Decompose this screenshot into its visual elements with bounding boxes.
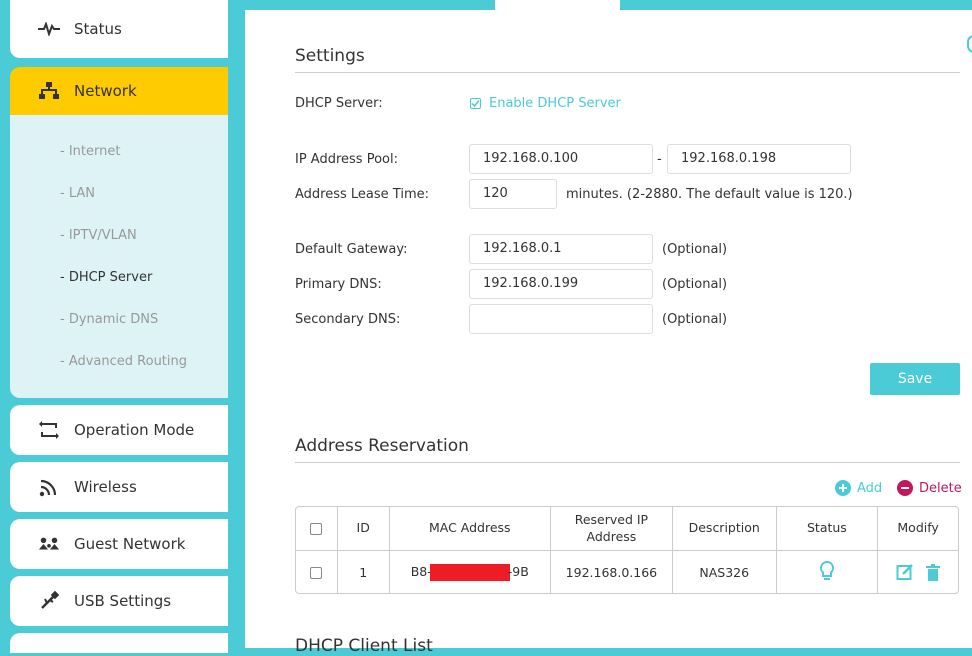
row-mac-suffix: -9B [507, 563, 529, 579]
pulse-icon [38, 18, 60, 40]
reservation-table: ID MAC Address Reserved IP Address Descr… [295, 506, 959, 594]
submenu-advanced-routing[interactable]: - Advanced Routing [60, 354, 187, 369]
row-checkbox[interactable] [310, 567, 323, 579]
nav-usb-settings-label: USB Settings [74, 592, 172, 610]
row-select-cell[interactable] [296, 551, 338, 593]
row-id: 1 [338, 551, 390, 593]
row-status[interactable] [777, 551, 879, 593]
minus-circle-icon [897, 480, 913, 496]
col-reserved-ip: Reserved IP Address [551, 507, 673, 551]
ip-pool-separator: - [657, 152, 662, 167]
nav-network[interactable]: Network [10, 67, 228, 115]
gateway-input[interactable]: 192.168.0.1 [469, 234, 653, 264]
delete-button[interactable]: Delete [897, 480, 962, 496]
nav-operation-mode[interactable]: Operation Mode [10, 405, 228, 455]
mac-redaction [429, 563, 510, 581]
submenu-dynamic-dns[interactable]: - Dynamic DNS [60, 312, 158, 327]
lightbulb-icon[interactable] [819, 560, 835, 582]
primary-dns-label: Primary DNS: [295, 277, 382, 292]
nav-status[interactable]: Status [10, 0, 228, 58]
submenu-internet[interactable]: - Internet [60, 144, 120, 159]
wifi-icon [38, 476, 60, 498]
secondary-dns-optional: (Optional) [662, 312, 728, 327]
secondary-dns-input[interactable] [469, 304, 653, 334]
edit-icon[interactable] [896, 563, 914, 581]
ip-pool-end-input[interactable]: 192.168.0.198 [667, 144, 851, 174]
submenu-lan[interactable]: - LAN [60, 186, 95, 201]
secondary-dns-label: Secondary DNS: [295, 312, 401, 327]
enable-dhcp-checkbox[interactable] [470, 98, 481, 109]
lease-time-label: Address Lease Time: [295, 187, 429, 202]
submenu-iptv-vlan[interactable]: - IPTV/VLAN [60, 228, 137, 243]
main-panel: Settings DHCP Server: Enable DHCP Server… [245, 10, 972, 656]
col-modify: Modify [878, 507, 958, 551]
col-mac: MAC Address [389, 507, 551, 551]
row-description: NAS326 [673, 551, 777, 593]
network-submenu: - Internet - LAN - IPTV/VLAN - DHCP Serv… [10, 115, 228, 398]
swap-icon [38, 419, 60, 441]
nav-operation-mode-label: Operation Mode [74, 421, 195, 439]
add-button[interactable]: Add [835, 480, 882, 496]
client-list-title: DHCP Client List [295, 636, 433, 656]
reservation-title: Address Reservation [295, 436, 469, 456]
table-header-row: ID MAC Address Reserved IP Address Descr… [296, 507, 958, 551]
nav-guest-network[interactable]: Guest Network [10, 519, 228, 569]
nav-wireless-label: Wireless [74, 478, 137, 496]
settings-divider [295, 72, 960, 73]
nav-usb-settings[interactable]: USB Settings [10, 576, 228, 626]
ip-pool-label: IP Address Pool: [295, 152, 398, 167]
reservation-divider [295, 462, 960, 463]
ip-pool-start-input[interactable]: 192.168.0.100 [469, 144, 653, 174]
row-mac: B8- -9B [390, 551, 551, 593]
usb-icon [38, 590, 60, 612]
guest-icon [38, 533, 60, 555]
settings-title: Settings [295, 46, 365, 66]
delete-label: Delete [919, 480, 962, 496]
nav-status-label: Status [74, 20, 122, 38]
row-mac-prefix: B8- [410, 563, 432, 579]
nav-network-label: Network [74, 82, 137, 100]
save-button[interactable]: Save [870, 363, 960, 395]
lease-time-input[interactable]: 120 [469, 179, 557, 209]
top-tab-notch [495, 0, 620, 10]
dhcp-server-label: DHCP Server: [295, 96, 383, 111]
select-all-cell[interactable] [296, 507, 338, 551]
lease-time-hint: minutes. (2-2880. The default value is 1… [566, 187, 853, 202]
primary-dns-input[interactable]: 192.168.0.199 [469, 269, 653, 299]
nav-wireless[interactable]: Wireless [10, 462, 228, 512]
check-icon [471, 100, 480, 108]
table-row: 1 B8- -9B 192.168.0.166 NAS326 [296, 551, 958, 593]
plus-circle-icon [835, 480, 851, 496]
row-ip: 192.168.0.166 [551, 551, 673, 593]
col-id: ID [337, 507, 390, 551]
select-all-checkbox[interactable] [310, 522, 323, 535]
add-label: Add [857, 480, 883, 496]
col-status: Status [776, 507, 879, 551]
col-description: Description [672, 507, 777, 551]
help-icon[interactable] [967, 35, 972, 53]
network-icon [38, 80, 60, 102]
sidebar: Status Network - Internet - LAN - IPTV/V… [0, 0, 245, 653]
gateway-label: Default Gateway: [295, 242, 408, 257]
primary-dns-optional: (Optional) [662, 277, 728, 292]
nav-guest-network-label: Guest Network [74, 535, 186, 553]
enable-dhcp-label[interactable]: Enable DHCP Server [489, 96, 621, 111]
trash-icon[interactable] [926, 563, 941, 581]
submenu-dhcp-server[interactable]: - DHCP Server [60, 270, 152, 285]
nav-next-partial [10, 633, 228, 653]
row-modify [878, 551, 958, 593]
gateway-optional: (Optional) [662, 242, 728, 257]
